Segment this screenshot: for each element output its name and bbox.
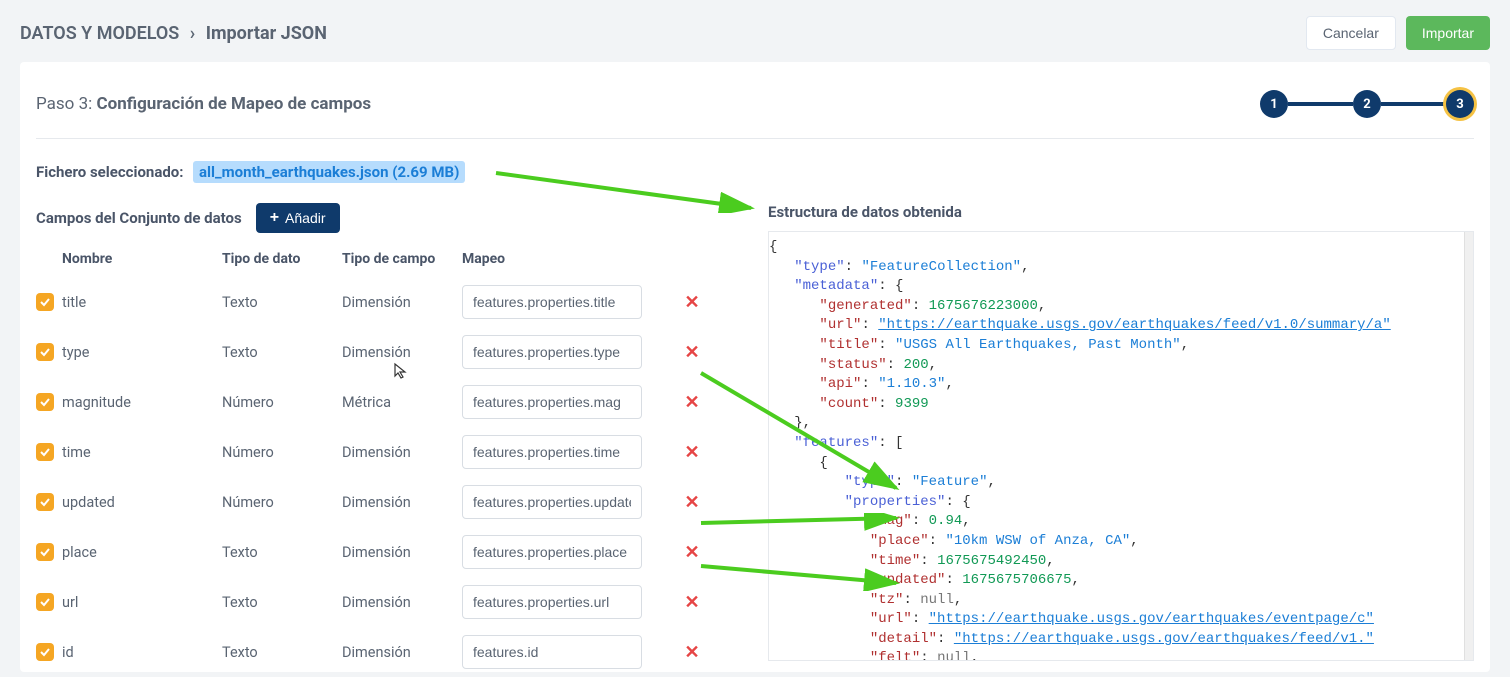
field-checkbox[interactable]: [36, 293, 54, 311]
field-row: urlTextoDimensión ✕: [36, 577, 756, 627]
plus-icon: +: [270, 209, 279, 227]
field-dtype: Texto: [222, 644, 342, 661]
field-checkbox[interactable]: [36, 543, 54, 561]
step-1[interactable]: 1: [1260, 90, 1288, 118]
field-dtype: Texto: [222, 344, 342, 361]
delete-field-icon[interactable]: ✕: [684, 642, 699, 663]
delete-field-icon[interactable]: ✕: [684, 292, 699, 313]
field-checkbox[interactable]: [36, 593, 54, 611]
json-structure-viewer[interactable]: { "type": "FeatureCollection", "metadata…: [768, 231, 1474, 661]
field-name: id: [62, 644, 222, 661]
field-row: placeTextoDimensión ✕: [36, 527, 756, 577]
field-row: titleTextoDimensión ✕: [36, 277, 756, 327]
field-name: magnitude: [62, 394, 222, 411]
col-header-map: Mapeo: [462, 251, 672, 267]
field-ftype: Dimensión: [342, 644, 462, 661]
import-button[interactable]: Importar: [1406, 16, 1490, 50]
field-dtype: Texto: [222, 544, 342, 561]
field-checkbox[interactable]: [36, 443, 54, 461]
step-3[interactable]: 3: [1446, 90, 1474, 118]
col-header-dtype: Tipo de dato: [222, 251, 342, 267]
field-dtype: Texto: [222, 294, 342, 311]
field-map-input[interactable]: [462, 435, 642, 469]
field-ftype: Dimensión: [342, 594, 462, 611]
col-header-ftype: Tipo de campo: [342, 251, 462, 267]
field-row: typeTextoDimensión ✕: [36, 327, 756, 377]
field-map-input[interactable]: [462, 635, 642, 669]
field-map-input[interactable]: [462, 285, 642, 319]
file-selected-name: all_month_earthquakes.json (2.69 MB): [193, 161, 465, 183]
field-name: place: [62, 544, 222, 561]
field-checkbox[interactable]: [36, 493, 54, 511]
field-dtype: Número: [222, 444, 342, 461]
field-row: timeNúmeroDimensión ✕: [36, 427, 756, 477]
field-ftype: Dimensión: [342, 294, 462, 311]
field-map-input[interactable]: [462, 585, 642, 619]
add-field-button[interactable]: + Añadir: [256, 203, 340, 233]
field-checkbox[interactable]: [36, 643, 54, 661]
field-map-input[interactable]: [462, 335, 642, 369]
stepper: 1 2 3: [1260, 90, 1474, 118]
field-name: url: [62, 594, 222, 611]
field-map-input[interactable]: [462, 485, 642, 519]
delete-field-icon[interactable]: ✕: [684, 342, 699, 363]
fieldset-title: Campos del Conjunto de datos: [36, 209, 242, 227]
field-checkbox[interactable]: [36, 393, 54, 411]
field-row: idTextoDimensión ✕: [36, 627, 756, 677]
field-dtype: Número: [222, 494, 342, 511]
breadcrumb: DATOS Y MODELOS › Importar JSON: [20, 23, 327, 44]
delete-field-icon[interactable]: ✕: [684, 592, 699, 613]
delete-field-icon[interactable]: ✕: [684, 542, 699, 563]
field-name: time: [62, 444, 222, 461]
field-name: title: [62, 294, 222, 311]
field-map-input[interactable]: [462, 385, 642, 419]
field-dtype: Texto: [222, 594, 342, 611]
field-ftype: Dimensión: [342, 344, 462, 361]
field-ftype: Dimensión: [342, 494, 462, 511]
field-map-input[interactable]: [462, 535, 642, 569]
field-name: updated: [62, 494, 222, 511]
breadcrumb-current: Importar JSON: [206, 23, 327, 44]
field-row: updatedNúmeroDimensión ✕: [36, 477, 756, 527]
field-dtype: Número: [222, 394, 342, 411]
step-title: Paso 3: Configuración de Mapeo de campos: [36, 94, 371, 114]
chevron-right-icon: ›: [190, 23, 195, 44]
field-name: type: [62, 344, 222, 361]
structure-title: Estructura de datos obtenida: [768, 203, 1474, 221]
file-selected-label: Fichero seleccionado:: [36, 163, 184, 181]
delete-field-icon[interactable]: ✕: [684, 442, 699, 463]
delete-field-icon[interactable]: ✕: [684, 392, 699, 413]
field-checkbox[interactable]: [36, 343, 54, 361]
field-ftype: Métrica: [342, 394, 462, 411]
step-2[interactable]: 2: [1353, 90, 1381, 118]
cancel-button[interactable]: Cancelar: [1306, 16, 1396, 50]
delete-field-icon[interactable]: ✕: [684, 492, 699, 513]
field-ftype: Dimensión: [342, 444, 462, 461]
field-row: magnitudeNúmeroMétrica ✕: [36, 377, 756, 427]
breadcrumb-root[interactable]: DATOS Y MODELOS: [20, 23, 179, 44]
col-header-name: Nombre: [62, 251, 222, 267]
field-ftype: Dimensión: [342, 544, 462, 561]
